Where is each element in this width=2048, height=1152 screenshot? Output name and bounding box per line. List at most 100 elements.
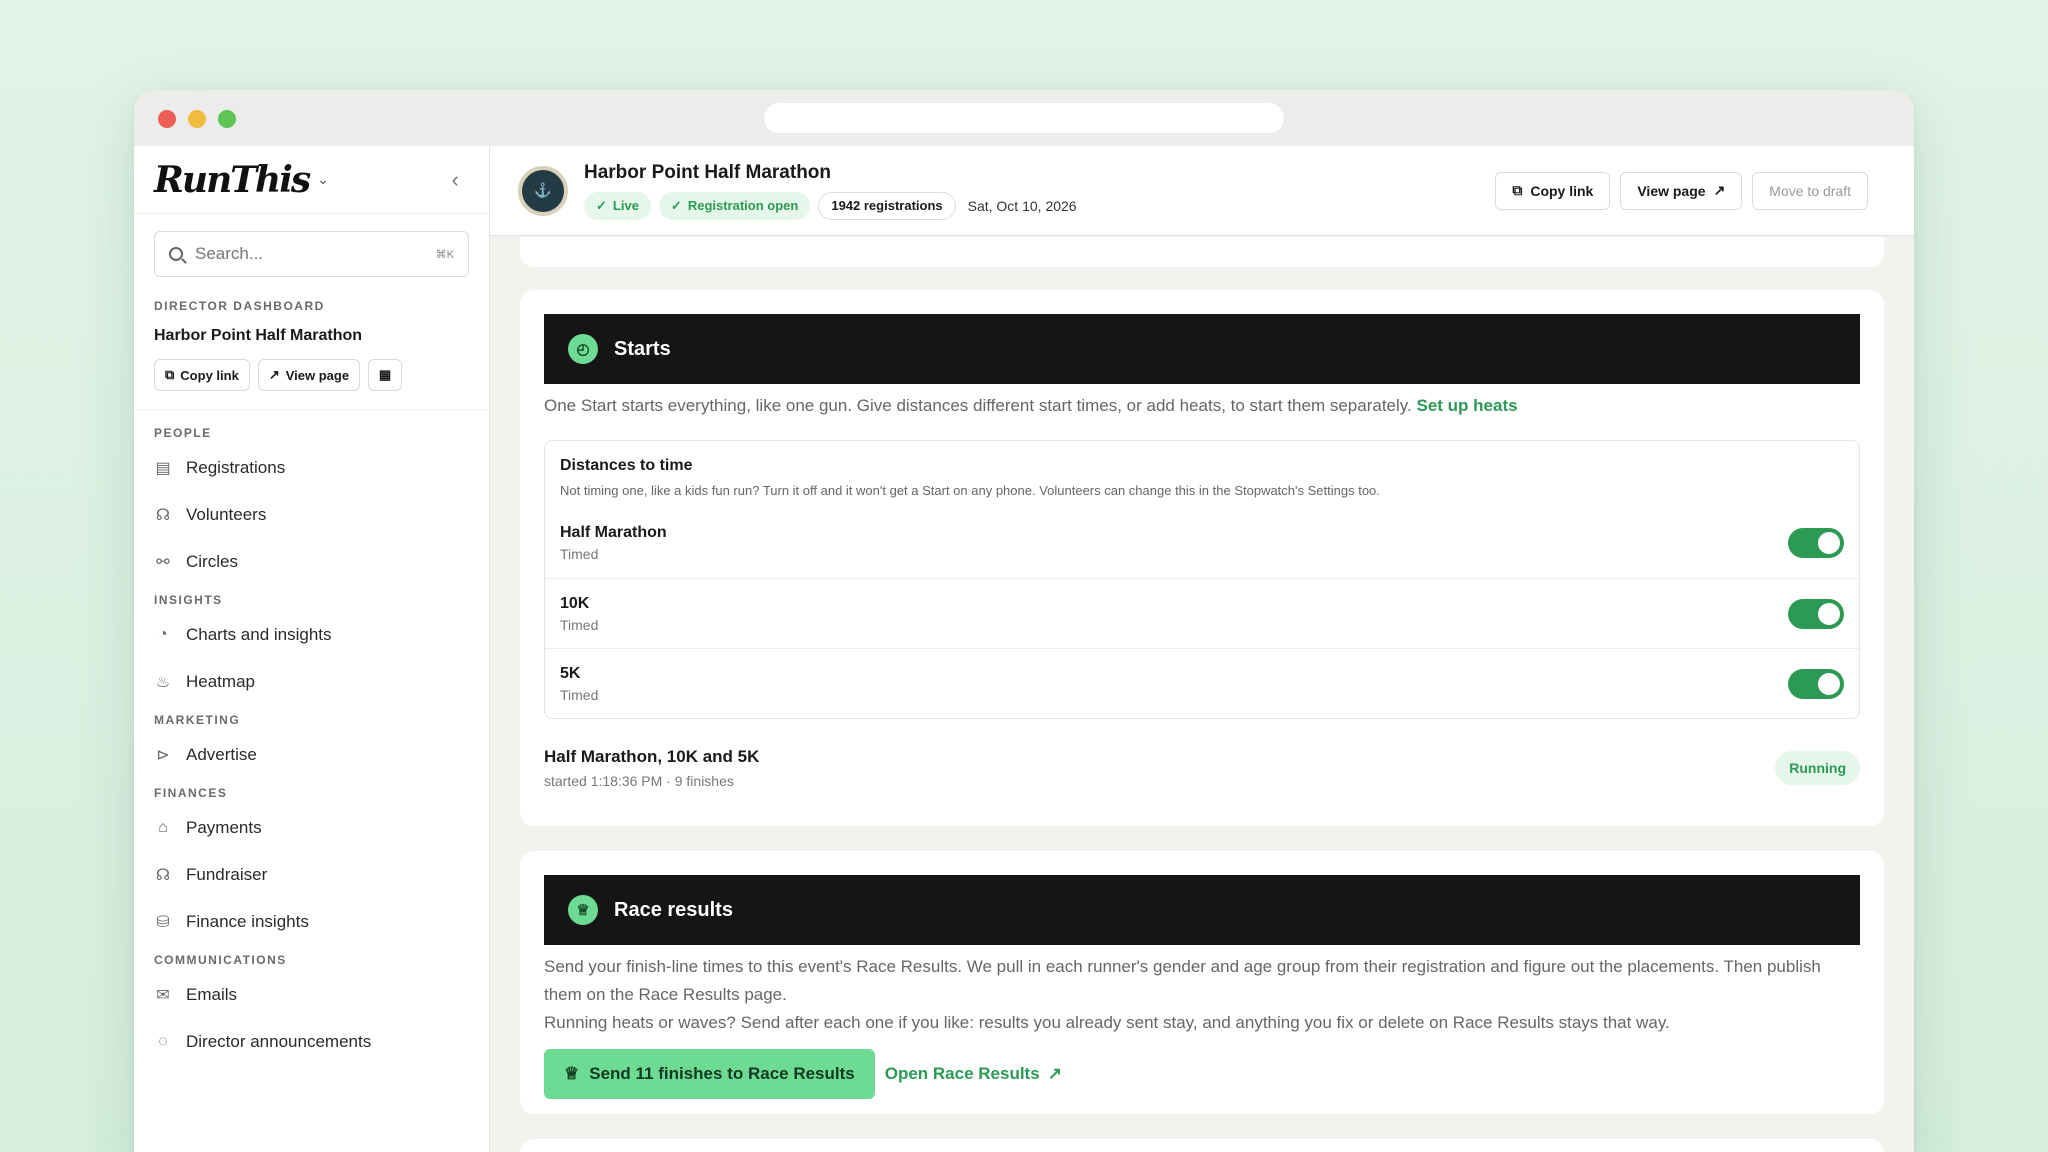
distance-state: Timed bbox=[560, 546, 599, 562]
trophy-icon: ♕ bbox=[564, 1064, 580, 1083]
header-meta: ✓ Live ✓ Registration open 1942 registrati… bbox=[584, 191, 1077, 220]
minimize-window-button[interactable] bbox=[188, 110, 206, 128]
external-link-icon: ↗ bbox=[1713, 182, 1726, 198]
race-results-card: ♕ Race results Send your finish-line tim… bbox=[520, 851, 1884, 1114]
results-description: Send your finish-line times to this even… bbox=[544, 957, 1821, 1004]
event-date: Sat, Oct 10, 2026 bbox=[967, 197, 1077, 214]
check-circle-icon: ✓ bbox=[670, 197, 682, 213]
page-header: ⚓ Harbor Point Half Marathon ✓ Live ✓ Regi… bbox=[490, 146, 1914, 236]
distances-header: Distances to time Not timing one, like a… bbox=[545, 441, 1859, 508]
running-start-subtitle: started 1:18:36 PM · 9 finishes bbox=[544, 773, 734, 789]
status-badge-live: ✓ Live bbox=[584, 191, 651, 220]
collapse-sidebar-icon[interactable]: ‹ bbox=[452, 167, 459, 193]
view-page-label: View page bbox=[1637, 182, 1706, 199]
view-page-label: View page bbox=[285, 367, 350, 383]
address-bar[interactable] bbox=[764, 103, 1284, 133]
copy-link-button[interactable]: ⧉ Copy link bbox=[1495, 171, 1611, 210]
timed-toggle[interactable] bbox=[1788, 528, 1844, 558]
logo[interactable]: RunThis bbox=[154, 159, 311, 201]
check-circle-icon: ✓ bbox=[596, 197, 607, 213]
status-badge-registration: ✓ Registration open bbox=[658, 191, 811, 220]
sidebar-copy-link-button[interactable]: ⧉ Copy link bbox=[154, 359, 250, 391]
sidebar-item-label: Advertise bbox=[186, 744, 257, 764]
open-race-results-link[interactable]: Open Race Results ↗ bbox=[885, 1064, 1062, 1084]
sidebar-item-circles[interactable]: ⚯ Circles bbox=[134, 538, 489, 585]
move-to-draft-button[interactable]: Move to draft bbox=[1752, 171, 1868, 210]
sidebar-item-payments[interactable]: ⌂ Payments bbox=[134, 804, 489, 851]
sidebar-item-label: Heatmap bbox=[186, 671, 255, 691]
timed-toggle[interactable] bbox=[1788, 598, 1844, 629]
page-title: Harbor Point Half Marathon bbox=[584, 161, 832, 183]
distance-name: Half Marathon bbox=[560, 524, 667, 541]
chevron-down-icon[interactable]: ⌄ bbox=[317, 171, 329, 188]
external-link-icon: ↗ bbox=[1047, 1064, 1062, 1083]
send-results-button[interactable]: ♕ Send 11 finishes to Race Results bbox=[544, 1049, 875, 1099]
sidebar-item-charts[interactable]: ◔ Charts and insights bbox=[134, 611, 489, 658]
sidebar-item-label: Fundraiser bbox=[186, 864, 268, 884]
section-label-marketing: MARKETING bbox=[154, 713, 241, 727]
sidebar-item-label: Volunteers bbox=[186, 504, 267, 524]
search-shortcut: ⌘K bbox=[435, 248, 454, 261]
hand-coin-icon: ☊ bbox=[155, 866, 171, 884]
sidebar-item-registrations[interactable]: ▤ Registrations bbox=[134, 444, 489, 491]
registrations-count-badge[interactable]: 1942 registrations bbox=[818, 191, 956, 220]
sidebar-item-label: Registrations bbox=[186, 457, 286, 477]
search-input[interactable]: Search... ⌘K bbox=[154, 231, 469, 277]
next-card bbox=[520, 1139, 1884, 1152]
sidebar-item-advertise[interactable]: ⊳ Advertise bbox=[134, 731, 489, 778]
status-live-label: Live bbox=[612, 198, 639, 213]
sidebar-item-label: Finance insights bbox=[186, 911, 309, 931]
sidebar-item-label: Director announcements bbox=[186, 1031, 372, 1051]
megaphone-icon: ⊳ bbox=[156, 746, 170, 764]
quick-actions: ⧉ Copy link ↗ View page ▦ bbox=[134, 359, 489, 391]
starts-description-text: One Start starts everything, like one gu… bbox=[544, 396, 1412, 415]
running-start-title: Half Marathon, 10K and 5K bbox=[544, 747, 760, 766]
sidebar-item-label: Charts and insights bbox=[186, 624, 332, 644]
copy-icon: ⧉ bbox=[1512, 182, 1523, 198]
distance-row: Half Marathon Timed bbox=[545, 508, 1859, 578]
timed-toggle[interactable] bbox=[1788, 668, 1844, 699]
distance-state: Timed bbox=[560, 616, 599, 633]
distance-row: 10K Timed bbox=[545, 578, 1859, 648]
sidebar-item-heatmap[interactable]: ♨ Heatmap bbox=[134, 658, 489, 705]
distance-row: 5K Timed bbox=[545, 648, 1859, 718]
title-bar bbox=[134, 90, 1914, 146]
bank-icon: ⌂ bbox=[158, 818, 168, 836]
sidebar-item-volunteers[interactable]: ☊ Volunteers bbox=[134, 491, 489, 538]
view-page-button[interactable]: View page ↗ bbox=[1620, 171, 1743, 210]
logo-row: RunThis ⌄ ‹ bbox=[134, 146, 489, 214]
setup-heats-link[interactable]: Set up heats bbox=[1416, 396, 1517, 415]
sidebar-item-emails[interactable]: ✉ Emails bbox=[134, 971, 489, 1018]
sidebar-item-announcements[interactable]: ◌ Director announcements bbox=[134, 1018, 489, 1065]
maximize-window-button[interactable] bbox=[218, 110, 236, 128]
circles-icon: ⚯ bbox=[156, 553, 170, 571]
qr-code-icon: ▦ bbox=[378, 367, 392, 382]
mail-icon: ✉ bbox=[156, 986, 170, 1004]
status-registration-label: Registration open bbox=[687, 198, 799, 213]
send-results-label: Send 11 finishes to Race Results bbox=[589, 1064, 855, 1083]
nav: PEOPLE ▤ Registrations ☊ Volunteers ⚯ Circl… bbox=[134, 426, 489, 1065]
distance-name: 10K bbox=[560, 594, 590, 612]
copy-link-label: Copy link bbox=[1530, 182, 1594, 199]
chat-bubble-icon: ◌ bbox=[158, 1032, 168, 1050]
distance-state: Timed bbox=[560, 686, 599, 703]
distances-subtitle: Not timing one, like a kids fun run? Tur… bbox=[560, 483, 1380, 498]
running-badge: Running bbox=[1775, 751, 1860, 785]
header-info: Harbor Point Half Marathon ✓ Live ✓ Regist… bbox=[584, 162, 1077, 220]
stopwatch-icon: ◴ bbox=[568, 334, 598, 364]
main-content: ◴ Starts One Start starts everything, li… bbox=[490, 237, 1914, 1152]
sidebar-item-fundraiser[interactable]: ☊ Fundraiser bbox=[134, 851, 489, 898]
close-window-button[interactable] bbox=[158, 110, 176, 128]
distance-name: 5K bbox=[560, 664, 581, 682]
pie-chart-icon: ◔ bbox=[158, 625, 168, 643]
starts-title: Starts bbox=[614, 337, 671, 360]
dashboard-label: DIRECTOR DASHBOARD bbox=[154, 299, 325, 313]
divider bbox=[134, 409, 489, 410]
starts-card: ◴ Starts One Start starts everything, li… bbox=[520, 290, 1884, 826]
sidebar-item-finance-insights[interactable]: ⛁ Finance insights bbox=[134, 898, 489, 945]
section-label-communications: COMMUNICATIONS bbox=[154, 953, 287, 967]
sidebar-view-page-button[interactable]: ↗ View page bbox=[257, 359, 361, 391]
sidebar-item-label: Emails bbox=[186, 984, 238, 1004]
results-header: ♕ Race results bbox=[544, 875, 1860, 945]
qr-code-button[interactable]: ▦ bbox=[368, 359, 403, 391]
